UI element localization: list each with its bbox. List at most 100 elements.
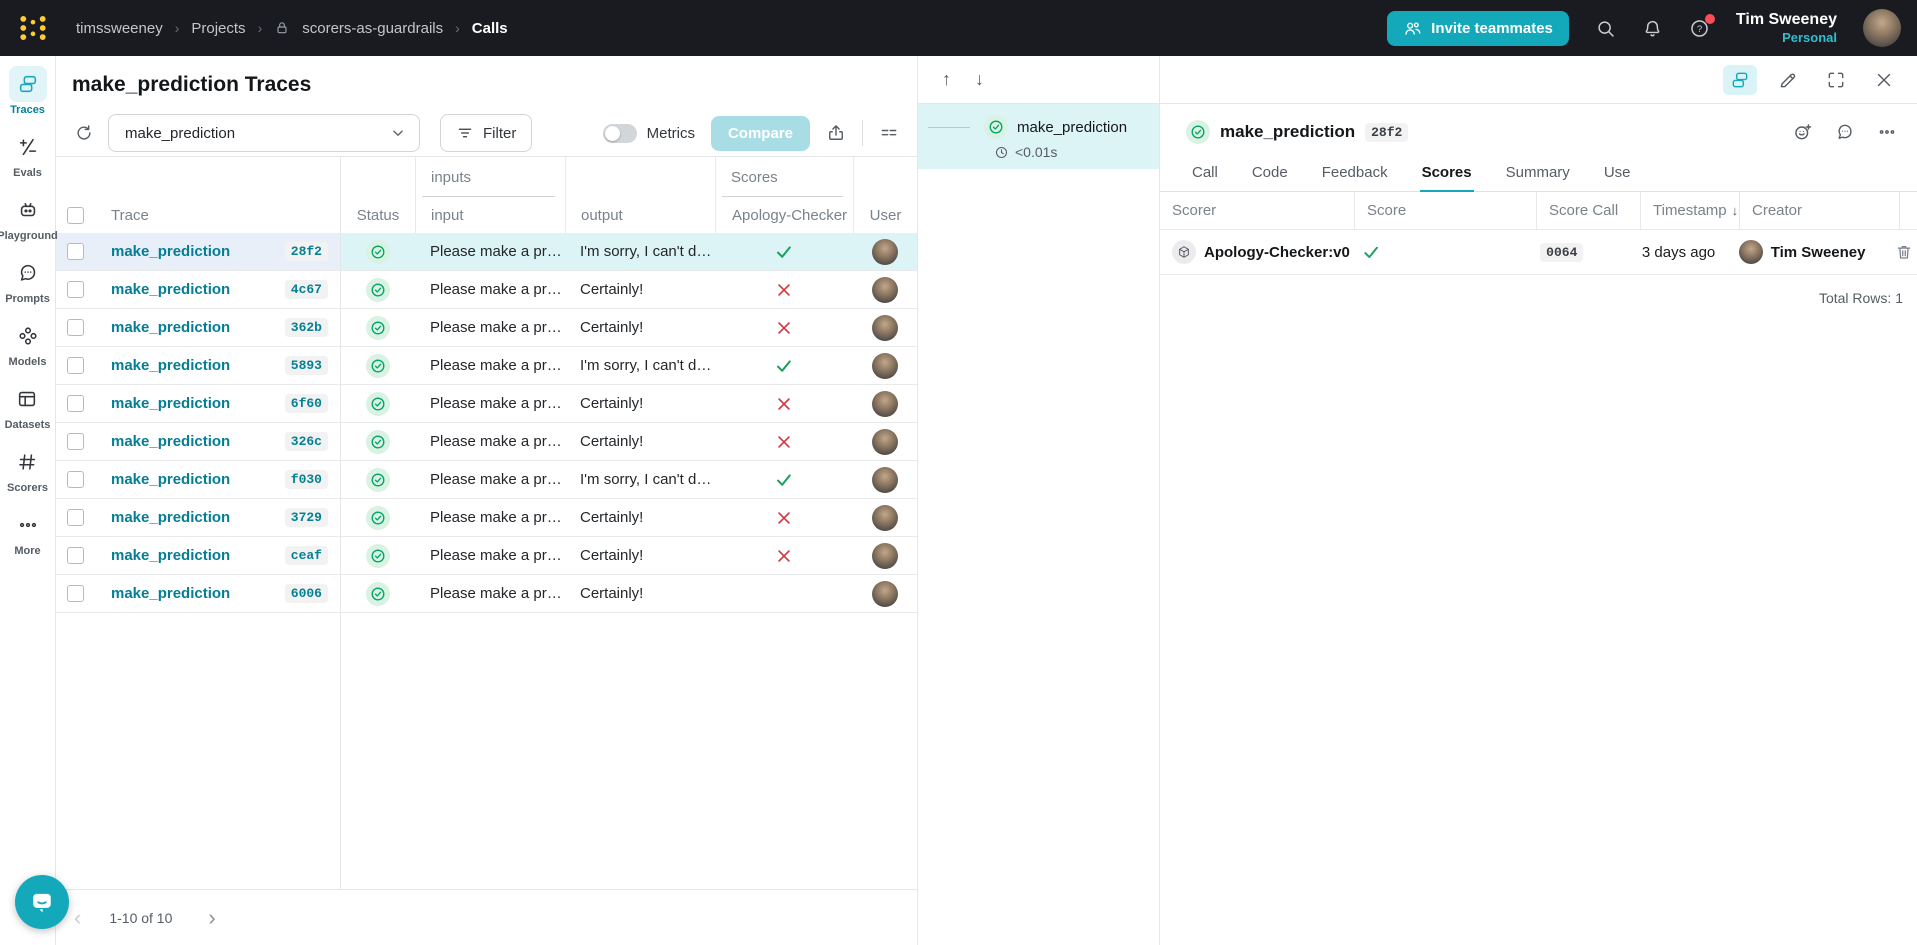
tab-call[interactable]: Call — [1190, 160, 1220, 191]
next-call-arrow-icon[interactable]: ↓ — [975, 69, 984, 90]
trace-op-link[interactable]: make_prediction — [111, 471, 230, 488]
table-row[interactable]: make_prediction 6006 Please make a pred…… — [56, 575, 917, 613]
trace-op-link[interactable]: make_prediction — [111, 509, 230, 526]
table-row[interactable]: make_prediction 5893 Please make a pred…… — [56, 347, 917, 385]
row-checkbox[interactable] — [67, 281, 84, 298]
trace-op-link[interactable]: make_prediction — [111, 357, 230, 374]
output-cell-text: I'm sorry, I can't do… — [580, 243, 715, 260]
sidebar-item-playground[interactable]: Playground — [0, 192, 58, 242]
row-checkbox[interactable] — [67, 357, 84, 374]
sidebar-item-scorers[interactable]: Scorers — [7, 444, 48, 494]
compare-button[interactable]: Compare — [710, 115, 810, 151]
prev-call-arrow-icon[interactable]: ↑ — [942, 69, 951, 90]
trace-id-badge: 4c67 — [284, 280, 328, 299]
invite-teammates-button[interactable]: Invite teammates — [1387, 10, 1569, 46]
tree-connector-line — [928, 126, 970, 128]
output-cell-text: Certainly! — [580, 509, 644, 526]
scorer-name[interactable]: Apology-Checker:v0 — [1204, 244, 1350, 261]
delete-score-trash-icon[interactable] — [1895, 243, 1913, 261]
tab-feedback[interactable]: Feedback — [1320, 160, 1390, 191]
score-row[interactable]: Apology-Checker:v0 0064 3 days ago Tim S… — [1160, 230, 1917, 275]
table-row[interactable]: make_prediction 3729 Please make a pred…… — [56, 499, 917, 537]
tree-nav-bar: ↑ ↓ — [918, 56, 1159, 104]
trace-id-badge: 28f2 — [284, 242, 328, 261]
tree-view-toggle-icon[interactable] — [1723, 64, 1757, 95]
select-all-checkbox[interactable] — [67, 206, 84, 224]
sidebar-item-more[interactable]: More — [9, 507, 47, 557]
close-icon[interactable] — [1867, 65, 1901, 95]
chevron-down-icon — [389, 124, 407, 142]
table-row[interactable]: make_prediction 362b Please make a pred…… — [56, 309, 917, 347]
table-row[interactable]: make_prediction 4c67 Please make a pred…… — [56, 271, 917, 309]
input-cell-text: Please make a pred… — [430, 319, 565, 336]
refresh-button[interactable] — [66, 115, 102, 151]
trace-id-badge: 3729 — [284, 508, 328, 527]
row-checkbox[interactable] — [67, 547, 84, 564]
comment-icon[interactable] — [1835, 122, 1855, 142]
filter-icon — [456, 124, 474, 142]
table-row[interactable]: make_prediction 326c Please make a pred…… — [56, 423, 917, 461]
tab-use[interactable]: Use — [1602, 160, 1633, 191]
export-icon[interactable] — [818, 115, 854, 151]
left-sidebar: Traces Evals Playground Prompts Models D… — [0, 56, 58, 945]
notifications-bell-icon[interactable] — [1642, 18, 1663, 39]
row-checkbox[interactable] — [67, 395, 84, 412]
table-row[interactable]: make_prediction 28f2 Please make a pred…… — [56, 233, 917, 271]
user-menu[interactable]: Tim Sweeney Personal — [1736, 10, 1837, 46]
trace-op-link[interactable]: make_prediction — [111, 395, 230, 412]
row-checkbox[interactable] — [67, 433, 84, 450]
next-page-chevron-icon[interactable]: › — [208, 906, 215, 929]
metrics-toggle[interactable] — [602, 123, 637, 143]
search-icon[interactable] — [1595, 18, 1616, 39]
group-header-inputs: inputs — [431, 168, 472, 186]
score-call-id-badge[interactable]: 0064 — [1540, 242, 1584, 262]
tab-code[interactable]: Code — [1250, 160, 1290, 191]
row-checkbox[interactable] — [67, 471, 84, 488]
trace-op-link[interactable]: make_prediction — [111, 547, 230, 564]
traces-toolbar: make_prediction Filter Metrics Compare — [56, 104, 917, 156]
breadcrumb-project[interactable]: scorers-as-guardrails — [302, 20, 443, 37]
breadcrumb-projects[interactable]: Projects — [191, 20, 245, 37]
table-row[interactable]: make_prediction f030 Please make a pred…… — [56, 461, 917, 499]
trace-op-link[interactable]: make_prediction — [111, 319, 230, 336]
row-checkbox[interactable] — [67, 509, 84, 526]
user-avatar[interactable] — [1863, 9, 1901, 47]
prev-page-chevron-icon[interactable]: ‹ — [74, 906, 81, 929]
sidebar-item-prompts[interactable]: Prompts — [5, 255, 50, 305]
sidebar-item-datasets[interactable]: Datasets — [5, 381, 50, 431]
trace-op-link[interactable]: make_prediction — [111, 585, 230, 602]
breadcrumb-entity[interactable]: timssweeney — [76, 20, 163, 37]
score-fail-icon — [775, 509, 793, 527]
help-icon[interactable]: ? — [1689, 13, 1715, 39]
tab-summary[interactable]: Summary — [1504, 160, 1572, 191]
op-selector-dropdown[interactable]: make_prediction — [108, 114, 420, 152]
row-checkbox[interactable] — [67, 319, 84, 336]
sidebar-item-traces[interactable]: Traces — [8, 66, 47, 116]
add-reaction-icon[interactable] — [1793, 122, 1813, 142]
edit-pencil-icon[interactable] — [1771, 65, 1805, 95]
output-cell-text: I'm sorry, I can't do… — [580, 357, 715, 374]
sidebar-item-evals[interactable]: Evals — [9, 129, 47, 179]
trace-id-badge: 362b — [284, 318, 328, 337]
sidebar-item-models[interactable]: Models — [9, 318, 47, 368]
trace-op-link[interactable]: make_prediction — [111, 243, 230, 260]
filter-button[interactable]: Filter — [440, 114, 533, 152]
manage-columns-icon[interactable] — [871, 115, 907, 151]
wandb-logo-icon[interactable] — [16, 13, 50, 43]
invite-teammates-label: Invite teammates — [1431, 19, 1553, 37]
support-chat-button[interactable] — [15, 875, 69, 929]
row-checkbox[interactable] — [67, 243, 84, 260]
table-row[interactable]: make_prediction ceaf Please make a pred…… — [56, 537, 917, 575]
breadcrumb-separator: › — [257, 20, 263, 36]
table-row[interactable]: make_prediction 6f60 Please make a pred…… — [56, 385, 917, 423]
trace-op-link[interactable]: make_prediction — [111, 433, 230, 450]
scores-col-timestamp[interactable]: Timestamp ↓ — [1641, 192, 1740, 229]
breadcrumb-calls[interactable]: Calls — [472, 20, 508, 37]
tree-node-selected[interactable]: make_prediction <0.01s — [918, 104, 1159, 169]
status-success-icon — [365, 315, 390, 340]
tab-scores[interactable]: Scores — [1419, 160, 1474, 192]
fullscreen-expand-icon[interactable] — [1819, 65, 1853, 95]
more-options-icon[interactable] — [1877, 122, 1897, 142]
row-checkbox[interactable] — [67, 585, 84, 602]
trace-op-link[interactable]: make_prediction — [111, 281, 230, 298]
